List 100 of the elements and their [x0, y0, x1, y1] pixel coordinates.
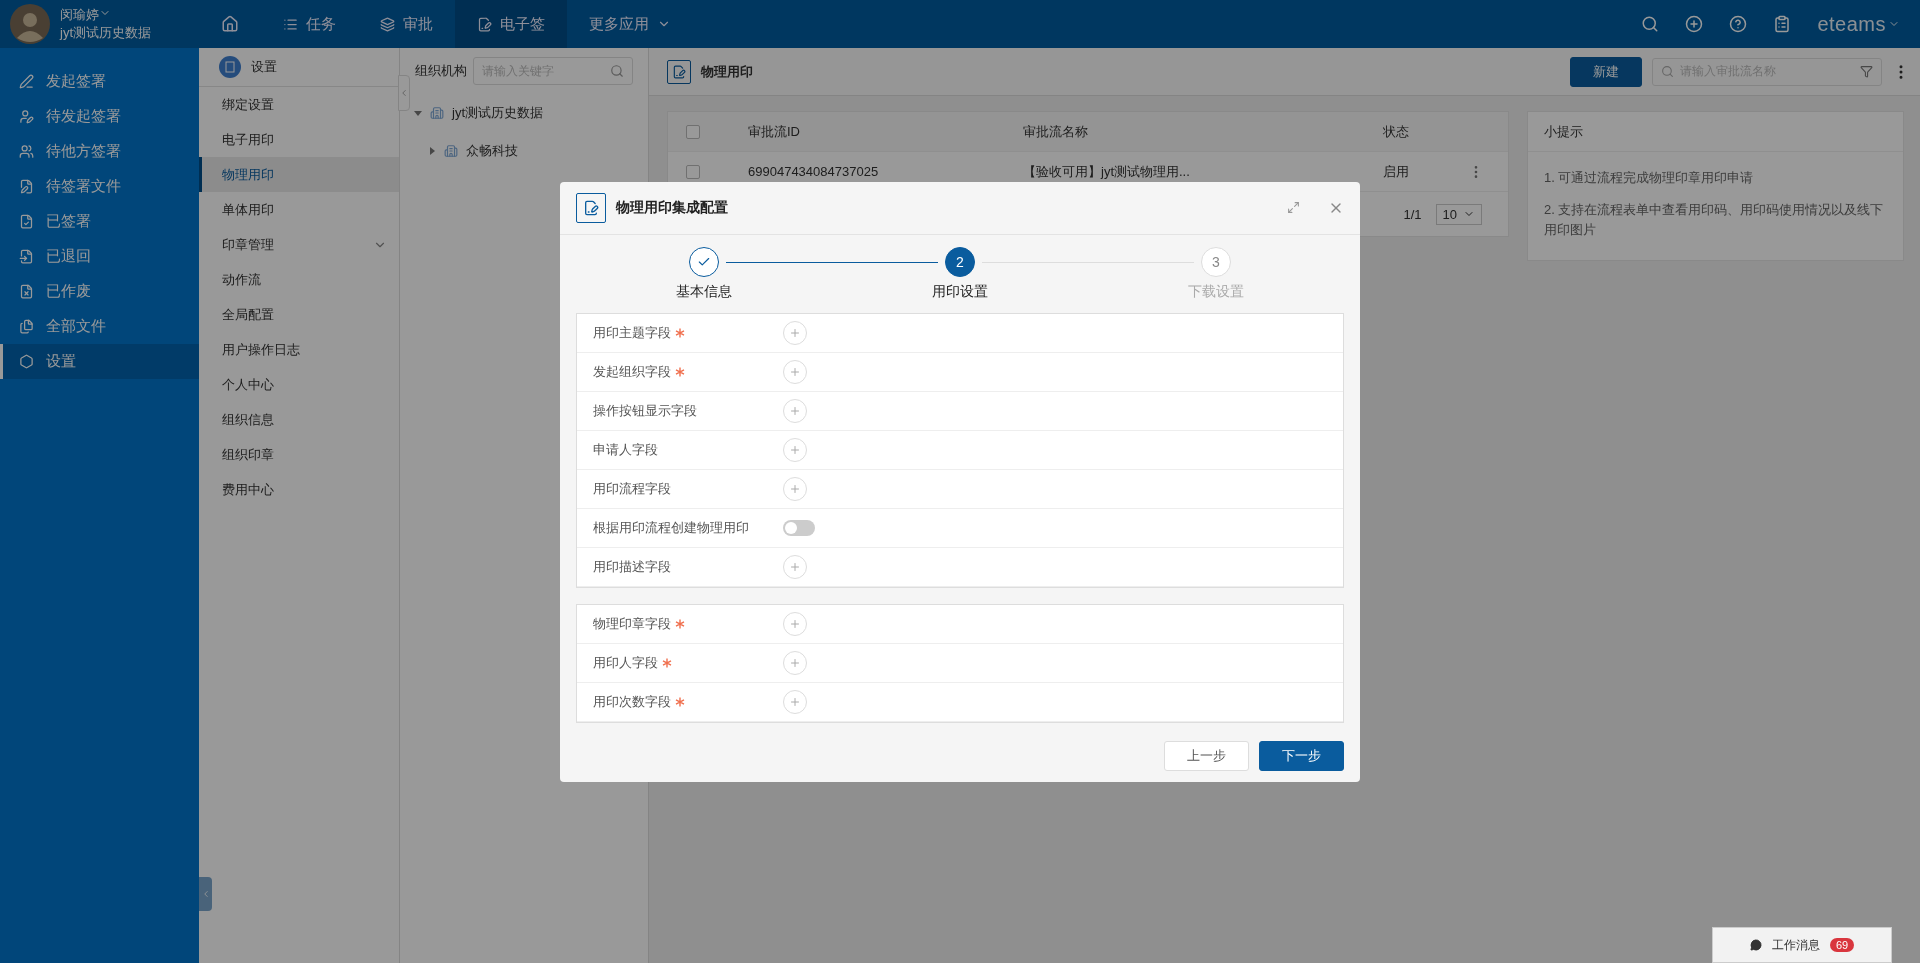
add-button[interactable] [783, 437, 807, 462]
previous-button[interactable]: 上一步 [1164, 740, 1249, 771]
menu-item[interactable]: 单体用印 [199, 192, 399, 227]
plus-icon [789, 365, 801, 378]
tip-text: 1. 可通过流程完成物理印章用印申请 [1543, 169, 1755, 187]
layers-icon [380, 16, 395, 32]
sidebar-item[interactable]: 待发起签署 [0, 99, 199, 134]
caret-icon[interactable] [428, 147, 436, 155]
notes-icon[interactable] [1773, 15, 1792, 33]
dialog-title: 物理用印集成配置 [616, 198, 728, 217]
org-label: 组织机构 [415, 62, 467, 80]
file-x-icon [19, 284, 34, 299]
filter-icon[interactable] [1860, 65, 1873, 78]
nav-tab[interactable]: 电子签 [455, 0, 567, 48]
menu-title: 设置 [251, 58, 277, 76]
step-label: 基本信息 [676, 282, 732, 301]
search-icon[interactable] [1641, 15, 1660, 33]
new-button[interactable]: 新建 [1570, 56, 1642, 87]
plus-icon [789, 443, 801, 456]
next-button[interactable]: 下一步 [1259, 740, 1344, 771]
table-cell-text: 699047434084737025 [748, 164, 880, 179]
sidebar-item[interactable]: 已作废 [0, 274, 199, 309]
table-cell-text: 启用 [1383, 162, 1410, 181]
file-check-icon [19, 214, 34, 229]
building-icon [430, 106, 444, 120]
search-icon [610, 64, 624, 78]
add-button[interactable] [783, 611, 807, 636]
add-button[interactable] [783, 554, 807, 579]
field-label: 用印描述字段 [593, 557, 671, 576]
plus-icon [789, 404, 801, 417]
sidebar-item[interactable]: 发起签署 [0, 64, 199, 99]
user-pen-icon [19, 109, 34, 124]
menu-item[interactable]: 印章管理 [199, 227, 399, 262]
count-badge: 69 [1829, 938, 1855, 952]
plus-icon [789, 326, 801, 339]
column-header: 状态 [1383, 122, 1410, 141]
tips-title: 小提示 [1544, 122, 1583, 141]
file-pen-icon [19, 179, 34, 194]
user-name[interactable]: 闵瑜婷 [60, 6, 151, 24]
nav-tab[interactable]: 审批 [358, 0, 455, 48]
field-label: 发起组织字段 [593, 362, 671, 381]
checkbox[interactable] [686, 164, 700, 179]
brand-menu[interactable]: eteams [1817, 12, 1900, 36]
file-signature-icon [477, 16, 492, 32]
checkbox[interactable] [686, 124, 700, 139]
add-icon[interactable] [1685, 15, 1704, 33]
tree-item[interactable]: 众畅科技 [466, 142, 518, 160]
sidebar-item[interactable]: 设置 [0, 344, 199, 379]
tip-text: 2. 支持在流程表单中查看用印码、用印码使用情况以及线下用印图片 [1543, 201, 1885, 239]
table-cell-text: 【验收可用】jyt测试物理用... [1023, 162, 1191, 181]
menu-item[interactable]: 电子用印 [199, 122, 399, 157]
sidebar-item[interactable]: 已退回 [0, 239, 199, 274]
files-icon [19, 319, 34, 334]
message-bar[interactable]: 工作消息 69 [1712, 927, 1892, 963]
sidebar-item[interactable]: 待签署文件 [0, 169, 199, 204]
add-button[interactable] [783, 689, 807, 714]
toggle-switch[interactable] [783, 519, 815, 536]
plus-icon [789, 656, 801, 669]
help-icon[interactable] [1729, 15, 1748, 33]
caret-icon[interactable] [414, 109, 422, 117]
menu-item[interactable]: 物理用印 [199, 157, 399, 192]
field-label: 用印人字段 [593, 653, 658, 672]
menu-item[interactable]: 费用中心 [199, 472, 399, 507]
menu-item[interactable]: 组织信息 [199, 402, 399, 437]
step-label: 下载设置 [1188, 282, 1244, 301]
menu-item[interactable]: 全局配置 [199, 297, 399, 332]
page-size-select[interactable]: 10 [1435, 203, 1482, 225]
expand-icon[interactable] [1287, 201, 1300, 214]
add-button[interactable] [783, 398, 807, 423]
column-header: 审批流名称 [1023, 122, 1089, 141]
field-label: 用印主题字段 [593, 323, 671, 342]
column-header: 审批流ID [748, 122, 801, 141]
building-icon [444, 144, 458, 158]
collapse-handle[interactable] [199, 877, 212, 911]
sidebar-item[interactable]: 全部文件 [0, 309, 199, 344]
sidebar-item[interactable]: 已签署 [0, 204, 199, 239]
more-apps-menu[interactable]: 更多应用 [567, 0, 693, 48]
add-button[interactable] [783, 476, 807, 501]
menu-item[interactable]: 组织印章 [199, 437, 399, 472]
file-signature-icon [667, 59, 691, 84]
add-button[interactable] [783, 650, 807, 675]
menu-item[interactable]: 用户操作日志 [199, 332, 399, 367]
add-button[interactable] [783, 320, 807, 345]
home-icon [221, 15, 239, 33]
add-button[interactable] [783, 359, 807, 384]
menu-item[interactable]: 个人中心 [199, 367, 399, 402]
avatar[interactable] [10, 4, 50, 44]
step-marker: 3 [1201, 246, 1231, 277]
users-icon [19, 144, 34, 159]
sidebar-item[interactable]: 待他方签署 [0, 134, 199, 169]
nav-tab[interactable]: 任务 [261, 0, 358, 48]
step-label: 用印设置 [932, 282, 988, 301]
collapse-handle[interactable] [398, 75, 410, 111]
org-name: jyt测试历史数据 [60, 24, 151, 42]
tree-item[interactable]: jyt测试历史数据 [452, 104, 543, 122]
field-label: 用印次数字段 [593, 692, 671, 711]
plus-icon [789, 695, 801, 708]
menu-item[interactable]: 绑定设置 [199, 87, 399, 122]
menu-item[interactable]: 动作流 [199, 262, 399, 297]
page-title: 物理用印 [701, 62, 753, 81]
